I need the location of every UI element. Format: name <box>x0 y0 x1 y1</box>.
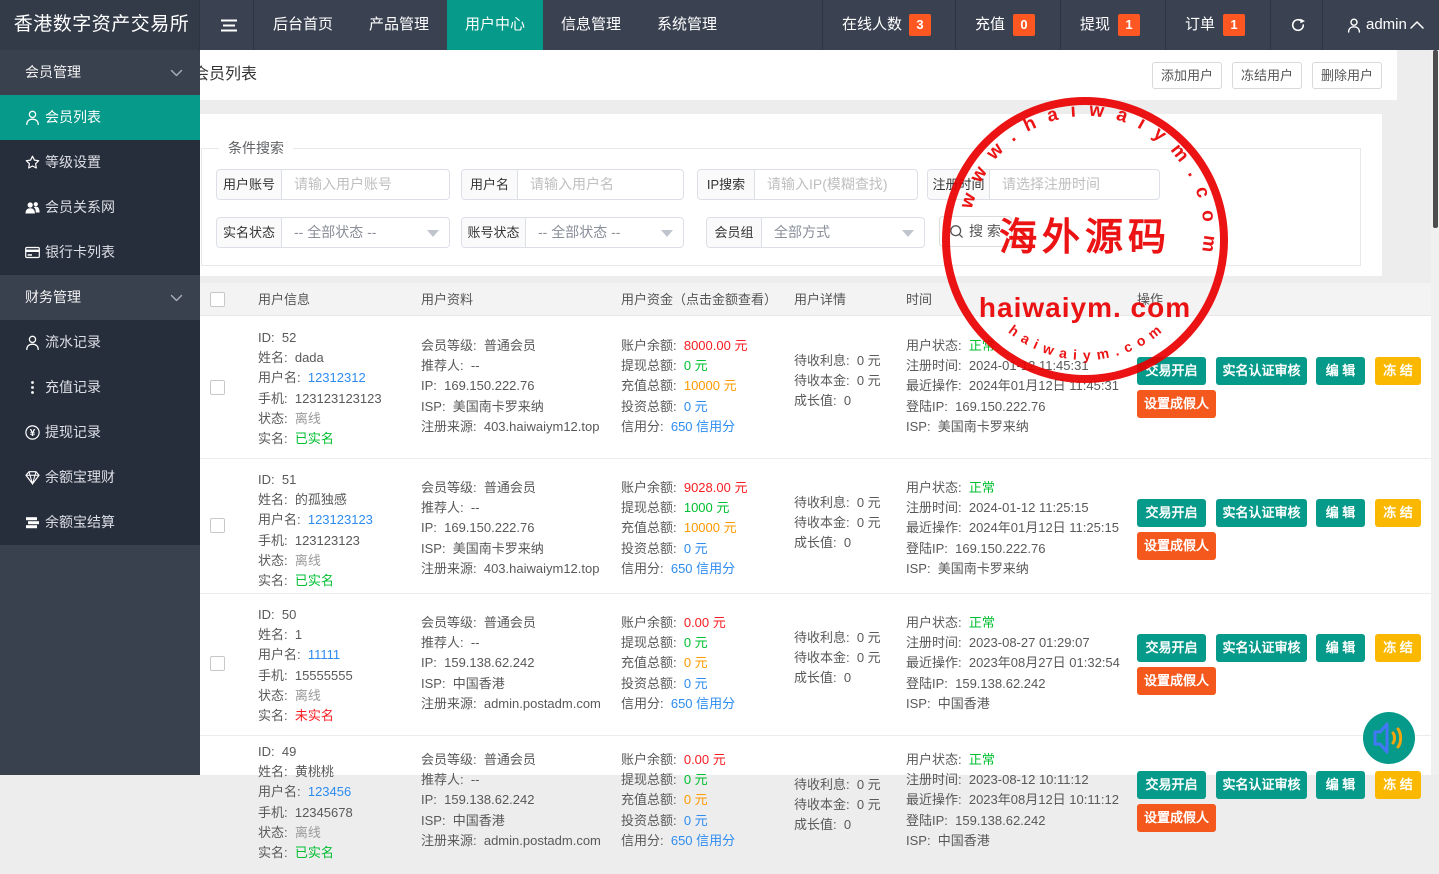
svg-text:¥: ¥ <box>30 428 36 439</box>
